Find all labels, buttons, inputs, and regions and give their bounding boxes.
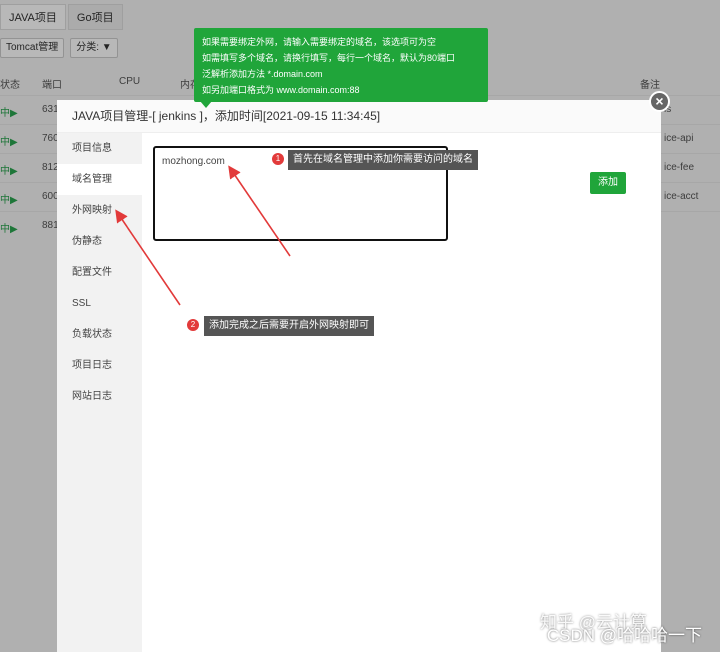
csdn-watermark: CSDN @哈哈哈一下 — [546, 626, 702, 645]
annotation-label-1: 首先在域名管理中添加你需要访问的域名 — [288, 150, 478, 170]
arrow-to-domain — [228, 165, 291, 257]
annotation-badge-2: 2 — [187, 319, 199, 331]
arrow-to-external-mapping — [115, 209, 181, 306]
annotation-badge-1: 1 — [272, 153, 284, 165]
annotation-label-2: 添加完成之后需要开启外网映射即可 — [204, 316, 374, 336]
